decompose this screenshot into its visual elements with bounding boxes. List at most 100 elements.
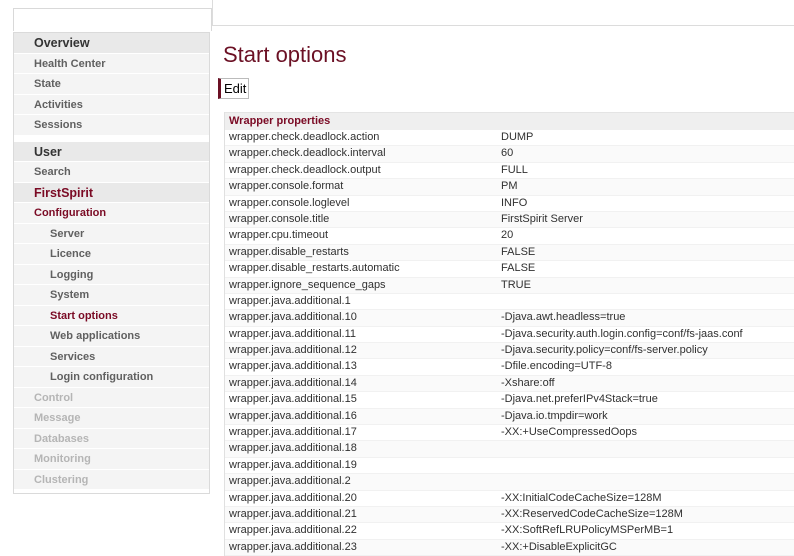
property-value: -XX:+UseCompressedOops bbox=[501, 426, 638, 439]
table-row: wrapper.java.additional.12 -Djava.securit… bbox=[225, 343, 794, 360]
property-key: wrapper.java.additional.17 bbox=[229, 426, 357, 439]
property-key: wrapper.ignore_sequence_gaps bbox=[229, 278, 386, 291]
table-row: wrapper.disable_restarts.automatic FALSE bbox=[225, 261, 794, 278]
property-value: 20 bbox=[501, 229, 514, 242]
sidebar-item-services[interactable]: Services bbox=[14, 346, 209, 367]
property-key: wrapper.java.additional.13 bbox=[229, 360, 357, 373]
property-key: wrapper.java.additional.22 bbox=[229, 524, 357, 537]
property-key: wrapper.disable_restarts.automatic bbox=[229, 262, 400, 275]
table-row: wrapper.ignore_sequence_gaps TRUE bbox=[225, 277, 794, 294]
table-row: wrapper.java.additional.21 -XX:ReservedCo… bbox=[225, 506, 794, 524]
property-key: wrapper.java.additional.11 bbox=[229, 327, 356, 340]
property-key: wrapper.console.title bbox=[229, 212, 330, 225]
table-row: wrapper.check.deadlock.interval 60 bbox=[225, 146, 794, 163]
property-key: wrapper.java.additional.21 bbox=[229, 507, 357, 520]
table-row: wrapper.cpu.timeout 20 bbox=[225, 228, 794, 245]
property-value: -Djava.net.preferIPv4Stack=true bbox=[501, 393, 658, 406]
sidebar-item-web-applications[interactable]: Web applications bbox=[14, 326, 209, 347]
property-key: wrapper.java.additional.16 bbox=[229, 409, 357, 422]
sidebar-item-licence[interactable]: Licence bbox=[14, 244, 209, 265]
property-key: wrapper.check.deadlock.action bbox=[229, 131, 380, 143]
property-value: -Djava.awt.headless=true bbox=[501, 311, 626, 324]
sidebar-item-logging[interactable]: Logging bbox=[14, 264, 209, 285]
property-value: -XX:+DisableExplicitGC bbox=[501, 540, 617, 553]
property-value: FULL bbox=[501, 163, 528, 176]
divider bbox=[212, 0, 213, 26]
sidebar-item-control: Control bbox=[14, 387, 209, 408]
table-body: wrapper.check.deadlock.action DUMP wrapper… bbox=[225, 130, 794, 556]
property-value: 60 bbox=[501, 147, 514, 160]
table-row: wrapper.java.additional.20 -XX:InitialCod… bbox=[225, 491, 794, 507]
property-key: wrapper.disable_restarts bbox=[229, 245, 349, 258]
sidebar-item-health-center[interactable]: Health Center bbox=[14, 53, 209, 74]
property-key: wrapper.console.format bbox=[229, 180, 344, 193]
sidebar-header-box bbox=[13, 8, 212, 31]
property-key: wrapper.java.additional.12 bbox=[229, 344, 357, 357]
property-key: wrapper.java.additional.2 bbox=[229, 475, 351, 488]
sidebar-item-activities[interactable]: Activities bbox=[14, 94, 209, 115]
page-title: Start options bbox=[223, 42, 347, 67]
table-row: wrapper.java.additional.13 -Dfile.encodin… bbox=[225, 359, 794, 376]
property-value: -XX:SoftRefLRUPolicyMSPerMB=1 bbox=[501, 524, 674, 537]
property-value: FirstSpirit Server bbox=[501, 212, 583, 225]
property-key: wrapper.java.additional.18 bbox=[229, 442, 357, 455]
sidebar-item-search[interactable]: Search bbox=[14, 162, 209, 183]
property-key: wrapper.check.deadlock.output bbox=[229, 163, 381, 176]
main-content: Start options Edit Wrapper properties wr… bbox=[212, 0, 794, 556]
table-row: wrapper.java.additional.18 bbox=[225, 441, 794, 458]
property-value: -Xshare:off bbox=[501, 376, 555, 389]
sidebar-item-user[interactable]: User bbox=[14, 141, 209, 162]
table-row: wrapper.java.additional.11 -Djava.securit… bbox=[225, 327, 794, 344]
table-row: wrapper.java.additional.17 -XX:+UseCompre… bbox=[225, 425, 794, 442]
table-header: Wrapper properties bbox=[225, 112, 794, 130]
table-row: wrapper.java.additional.16 -Djava.io.tmpd… bbox=[225, 408, 794, 426]
sidebar: Overview Health Center State Activities Sess… bbox=[0, 0, 212, 525]
property-key: wrapper.check.deadlock.interval bbox=[229, 147, 386, 160]
sidebar-item-sessions[interactable]: Sessions bbox=[14, 115, 209, 136]
table-row: wrapper.java.additional.22 -XX:SoftRefLRU… bbox=[225, 523, 794, 540]
property-value: DUMP bbox=[501, 131, 534, 143]
sidebar-item-state[interactable]: State bbox=[14, 74, 209, 95]
property-value: -XX:ReservedCodeCacheSize=128M bbox=[501, 507, 683, 520]
property-key: wrapper.java.additional.14 bbox=[229, 376, 357, 389]
sidebar-item-clustering: Clustering bbox=[14, 469, 209, 490]
table-row: wrapper.java.additional.14 -Xshare:off bbox=[225, 375, 794, 393]
divider bbox=[212, 25, 794, 26]
sidebar-nav: Overview Health Center State Activities Sess… bbox=[13, 32, 210, 494]
property-key: wrapper.java.additional.15 bbox=[229, 393, 357, 406]
property-value: INFO bbox=[501, 196, 528, 209]
property-key: wrapper.java.additional.1 bbox=[229, 294, 351, 307]
sidebar-item-databases: Databases bbox=[14, 428, 209, 449]
sidebar-item-message: Message bbox=[14, 408, 209, 429]
table-row: wrapper.java.additional.15 -Djava.net.pre… bbox=[225, 392, 794, 409]
sidebar-item-overview[interactable]: Overview bbox=[14, 33, 209, 54]
sidebar-item-configuration[interactable]: Configuration bbox=[14, 203, 209, 224]
table-row: wrapper.java.additional.19 bbox=[225, 458, 794, 475]
table-row: wrapper.console.title FirstSpirit Server bbox=[225, 211, 794, 229]
property-value: -Djava.security.policy=conf/fs-server.po… bbox=[501, 344, 708, 357]
property-key: wrapper.java.additional.19 bbox=[229, 458, 357, 471]
property-key: wrapper.console.loglevel bbox=[229, 196, 350, 209]
table-row: wrapper.console.format PM bbox=[225, 179, 794, 196]
property-value: -Dfile.encoding=UTF-8 bbox=[501, 360, 612, 373]
table-row: wrapper.disable_restarts FALSE bbox=[225, 244, 794, 262]
property-value: -XX:InitialCodeCacheSize=128M bbox=[501, 491, 662, 504]
edit-button[interactable]: Edit bbox=[218, 78, 250, 99]
property-key: wrapper.java.additional.20 bbox=[229, 491, 357, 504]
sidebar-item-monitoring: Monitoring bbox=[14, 449, 209, 470]
sidebar-item-system[interactable]: System bbox=[14, 285, 209, 306]
wrapper-properties-table: Wrapper properties wrapper.check.deadloc… bbox=[224, 112, 794, 556]
property-key: wrapper.cpu.timeout bbox=[229, 229, 329, 242]
sidebar-item-server[interactable]: Server bbox=[14, 223, 209, 244]
property-value: FALSE bbox=[501, 262, 536, 275]
table-row: wrapper.java.additional.2 bbox=[225, 474, 794, 491]
property-value: -Djava.io.tmpdir=work bbox=[501, 409, 608, 422]
sidebar-item-login-configuration[interactable]: Login configuration bbox=[14, 367, 209, 388]
sidebar-item-firstspirit[interactable]: FirstSpirit bbox=[14, 182, 209, 203]
table-row: wrapper.java.additional.1 bbox=[225, 294, 794, 311]
property-key: wrapper.java.additional.10 bbox=[229, 311, 357, 324]
property-value: PM bbox=[501, 180, 518, 193]
sidebar-item-start-options[interactable]: Start options bbox=[14, 305, 209, 326]
table-row: wrapper.java.additional.10 -Djava.awt.hea… bbox=[225, 310, 794, 327]
property-value: FALSE bbox=[501, 245, 536, 258]
